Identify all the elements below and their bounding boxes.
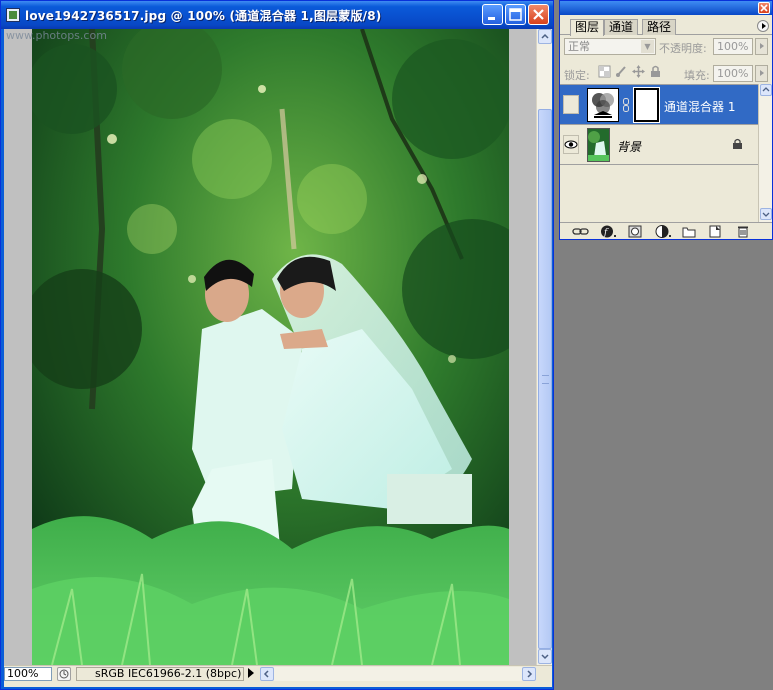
document-title-bar[interactable]: love1942736517.jpg @ 100% (通道混合器 1,图层蒙版/… xyxy=(1,1,553,29)
layers-list-scrollbar[interactable] xyxy=(758,84,772,222)
tab-paths[interactable]: 路径 xyxy=(642,19,677,35)
adjustment-layer-thumbnail[interactable] xyxy=(587,88,619,122)
blend-mode-select[interactable]: 正常 ▼ xyxy=(564,38,656,55)
wedding-photo[interactable] xyxy=(32,29,509,665)
scroll-up-arrow[interactable] xyxy=(760,84,772,96)
chevron-up-icon xyxy=(762,87,770,92)
scroll-right-arrow[interactable] xyxy=(522,667,536,681)
scroll-down-arrow[interactable] xyxy=(538,649,552,664)
lock-label: 锁定: xyxy=(564,69,590,82)
color-profile-info: sRGB IEC61966-2.1 (8bpc) xyxy=(76,667,244,681)
background-layer-thumbnail[interactable] xyxy=(587,128,610,162)
maximize-button[interactable] xyxy=(505,4,526,25)
minimize-icon xyxy=(488,17,495,20)
layers-list: 通道混合器 1 背景 xyxy=(560,84,758,222)
delete-layer-trash-icon[interactable] xyxy=(736,225,750,238)
layer-style-fx-icon[interactable]: f xyxy=(600,225,618,238)
fill-field[interactable]: 100% xyxy=(713,65,753,82)
palette-menu-icon[interactable] xyxy=(757,20,769,32)
scroll-left-arrow[interactable] xyxy=(260,667,274,681)
palette-title-bar[interactable] xyxy=(560,1,772,15)
layer-row-background[interactable]: 背景 xyxy=(560,125,758,165)
status-info-icon[interactable] xyxy=(57,667,71,681)
palette-bottom-toolbar: f xyxy=(560,222,772,239)
fill-slider-arrow[interactable] xyxy=(755,65,768,82)
chevron-left-icon xyxy=(263,670,269,678)
photo-image xyxy=(32,29,509,665)
layer-mask-thumbnail[interactable] xyxy=(633,87,660,123)
scroll-down-arrow[interactable] xyxy=(760,208,772,220)
status-menu-arrow-icon[interactable] xyxy=(248,668,254,678)
fill-label: 填充: xyxy=(684,69,710,82)
maximize-icon xyxy=(509,8,522,21)
chevron-down-icon: ▼ xyxy=(641,40,654,53)
layer-name[interactable]: 背景 xyxy=(617,138,641,155)
tab-layers[interactable]: 图层 xyxy=(570,19,605,36)
eye-icon xyxy=(564,140,578,149)
opacity-slider-arrow[interactable] xyxy=(755,38,768,55)
layers-palette: 图层 通道 路径 正常 ▼ 不透明度: 100% 锁定: 填充: 100% 通道… xyxy=(559,0,773,240)
lock-image-brush-icon[interactable] xyxy=(615,65,628,78)
opacity-field[interactable]: 100% xyxy=(713,38,753,55)
add-layer-mask-icon[interactable] xyxy=(628,225,642,238)
tab-channels[interactable]: 通道 xyxy=(604,19,639,35)
lock-transparent-icon[interactable] xyxy=(598,65,611,78)
zoom-field[interactable]: 100% xyxy=(4,667,52,681)
image-file-icon xyxy=(6,8,20,22)
close-icon xyxy=(760,4,768,12)
chevron-right-icon xyxy=(527,670,533,678)
link-layers-icon[interactable] xyxy=(572,225,590,238)
opacity-label: 不透明度: xyxy=(659,42,707,55)
lock-all-icon[interactable] xyxy=(649,65,662,78)
vertical-scroll-thumb[interactable] xyxy=(538,109,552,649)
channel-mixer-icon xyxy=(592,93,614,118)
watermark-text: www.photops.com xyxy=(6,29,107,42)
layer-visibility-toggle[interactable] xyxy=(563,95,579,114)
layer-row-channel-mixer[interactable]: 通道混合器 1 xyxy=(560,85,758,125)
canvas-area[interactable]: www.photops.com xyxy=(4,29,536,665)
close-icon xyxy=(533,9,544,20)
new-group-folder-icon[interactable] xyxy=(682,225,696,238)
document-title: love1942736517.jpg @ 100% (通道混合器 1,图层蒙版/… xyxy=(25,9,382,23)
chevron-down-icon xyxy=(541,654,549,660)
close-button[interactable] xyxy=(528,4,549,25)
lock-position-move-icon[interactable] xyxy=(632,65,645,78)
chevron-up-icon xyxy=(541,33,549,39)
adjustment-layer-icon[interactable] xyxy=(655,225,673,238)
scroll-up-arrow[interactable] xyxy=(538,29,552,44)
layer-visibility-toggle[interactable] xyxy=(563,135,579,154)
status-bar: 100% sRGB IEC61966-2.1 (8bpc) xyxy=(4,665,552,681)
lock-icon xyxy=(733,138,742,149)
vertical-scrollbar[interactable] xyxy=(536,29,552,665)
horizontal-scrollbar[interactable] xyxy=(260,667,536,681)
chevron-down-icon xyxy=(762,212,770,217)
palette-close-button[interactable] xyxy=(758,2,770,14)
palette-tabs: 图层 通道 路径 xyxy=(560,15,772,36)
new-layer-icon[interactable] xyxy=(708,225,722,238)
document-window: love1942736517.jpg @ 100% (通道混合器 1,图层蒙版/… xyxy=(0,0,554,690)
link-chain-icon[interactable] xyxy=(623,98,629,112)
minimize-button[interactable] xyxy=(482,4,503,25)
layer-name[interactable]: 通道混合器 1 xyxy=(664,98,735,115)
document-body: www.photops.com 100% sRGB IEC61966-2.1 (… xyxy=(4,29,552,687)
blend-mode-value: 正常 xyxy=(568,40,590,53)
